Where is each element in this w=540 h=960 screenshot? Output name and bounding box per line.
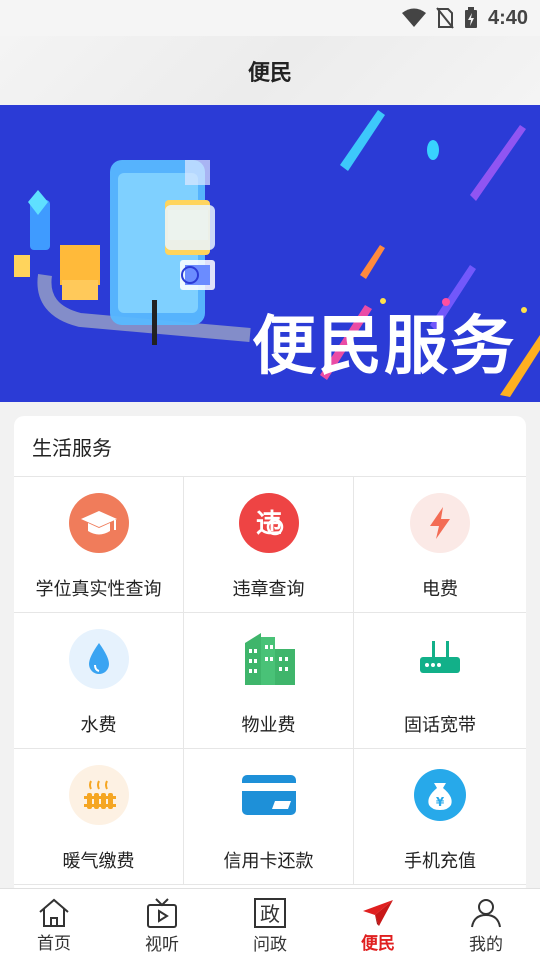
tab-politics[interactable]: 政 问政: [216, 889, 324, 960]
tab-label: 视听: [145, 934, 179, 955]
tab-mine[interactable]: 我的: [432, 889, 540, 960]
banner-title: 便民服务: [252, 310, 516, 384]
service-heating[interactable]: 暖气缴费: [14, 749, 184, 885]
tv-icon: [147, 897, 177, 928]
service-label: 固话宽带: [404, 715, 476, 736]
graduation-cap-icon: [68, 493, 129, 553]
service-label: 信用卡还款: [223, 851, 314, 872]
home-icon: [39, 898, 69, 927]
person-icon: [471, 898, 501, 927]
service-label: 水费: [80, 715, 117, 736]
lightning-icon: [410, 493, 470, 553]
tab-label: 首页: [37, 933, 71, 954]
service-property-fee[interactable]: 物业费: [184, 613, 354, 749]
radiator-icon: [68, 765, 129, 825]
service-label: 手机充值: [404, 851, 476, 872]
status-bar: 4:40: [0, 0, 540, 36]
service-water[interactable]: 水费: [14, 613, 184, 749]
svg-text:¥: ¥: [436, 795, 445, 809]
tab-label: 便民: [361, 933, 395, 954]
service-traffic-violation[interactable]: 违 违章查询: [184, 477, 354, 613]
wifi-icon: [401, 8, 426, 27]
credit-card-icon: [239, 765, 299, 825]
paper-plane-icon: [363, 899, 393, 926]
service-electricity[interactable]: 电费: [354, 477, 526, 613]
tab-convenience[interactable]: 便民: [324, 889, 432, 960]
no-sim-icon: [436, 7, 454, 29]
tab-home[interactable]: 首页: [0, 889, 108, 960]
service-label: 电费: [422, 579, 458, 600]
service-degree-verification[interactable]: 学位真实性查询: [14, 477, 184, 613]
buildings-icon: [239, 629, 299, 689]
zheng-icon: 政: [254, 897, 286, 928]
services-grid: 学位真实性查询 违 违章查询 电费 水费 物业费 固话宽带 暖气缴费 信用卡还款…: [14, 477, 526, 885]
status-time: 4:40: [487, 6, 528, 29]
section-title: 生活服务: [14, 416, 526, 477]
life-services-card: 生活服务 学位真实性查询 违 违章查询 电费 水费 物业费 固话宽带 暖气缴费 …: [14, 416, 526, 896]
service-credit-card[interactable]: 信用卡还款: [184, 749, 354, 885]
bottom-tab-bar: 首页 视听 政 问政 便民 我的: [0, 888, 540, 960]
battery-charging-icon: [464, 7, 477, 28]
page-title: 便民: [247, 60, 292, 86]
page-header: 便民: [0, 36, 540, 105]
service-label: 违章查询: [232, 579, 305, 600]
water-drop-icon: [68, 629, 129, 689]
tab-label: 问政: [253, 934, 287, 955]
zheng-glyph: 政: [260, 902, 280, 926]
service-label: 物业费: [241, 715, 296, 736]
money-bag-icon: ¥: [410, 765, 470, 825]
banner-carousel[interactable]: 便民服务: [0, 105, 540, 402]
service-mobile-recharge[interactable]: ¥ 手机充值: [354, 749, 526, 885]
tab-label: 我的: [469, 934, 503, 955]
tab-video[interactable]: 视听: [108, 889, 216, 960]
service-landline-broadband[interactable]: 固话宽带: [354, 613, 526, 749]
service-label: 学位真实性查询: [35, 579, 162, 600]
traffic-violation-icon: 违: [238, 493, 299, 553]
service-label: 暖气缴费: [62, 851, 135, 872]
router-icon: [410, 629, 470, 689]
